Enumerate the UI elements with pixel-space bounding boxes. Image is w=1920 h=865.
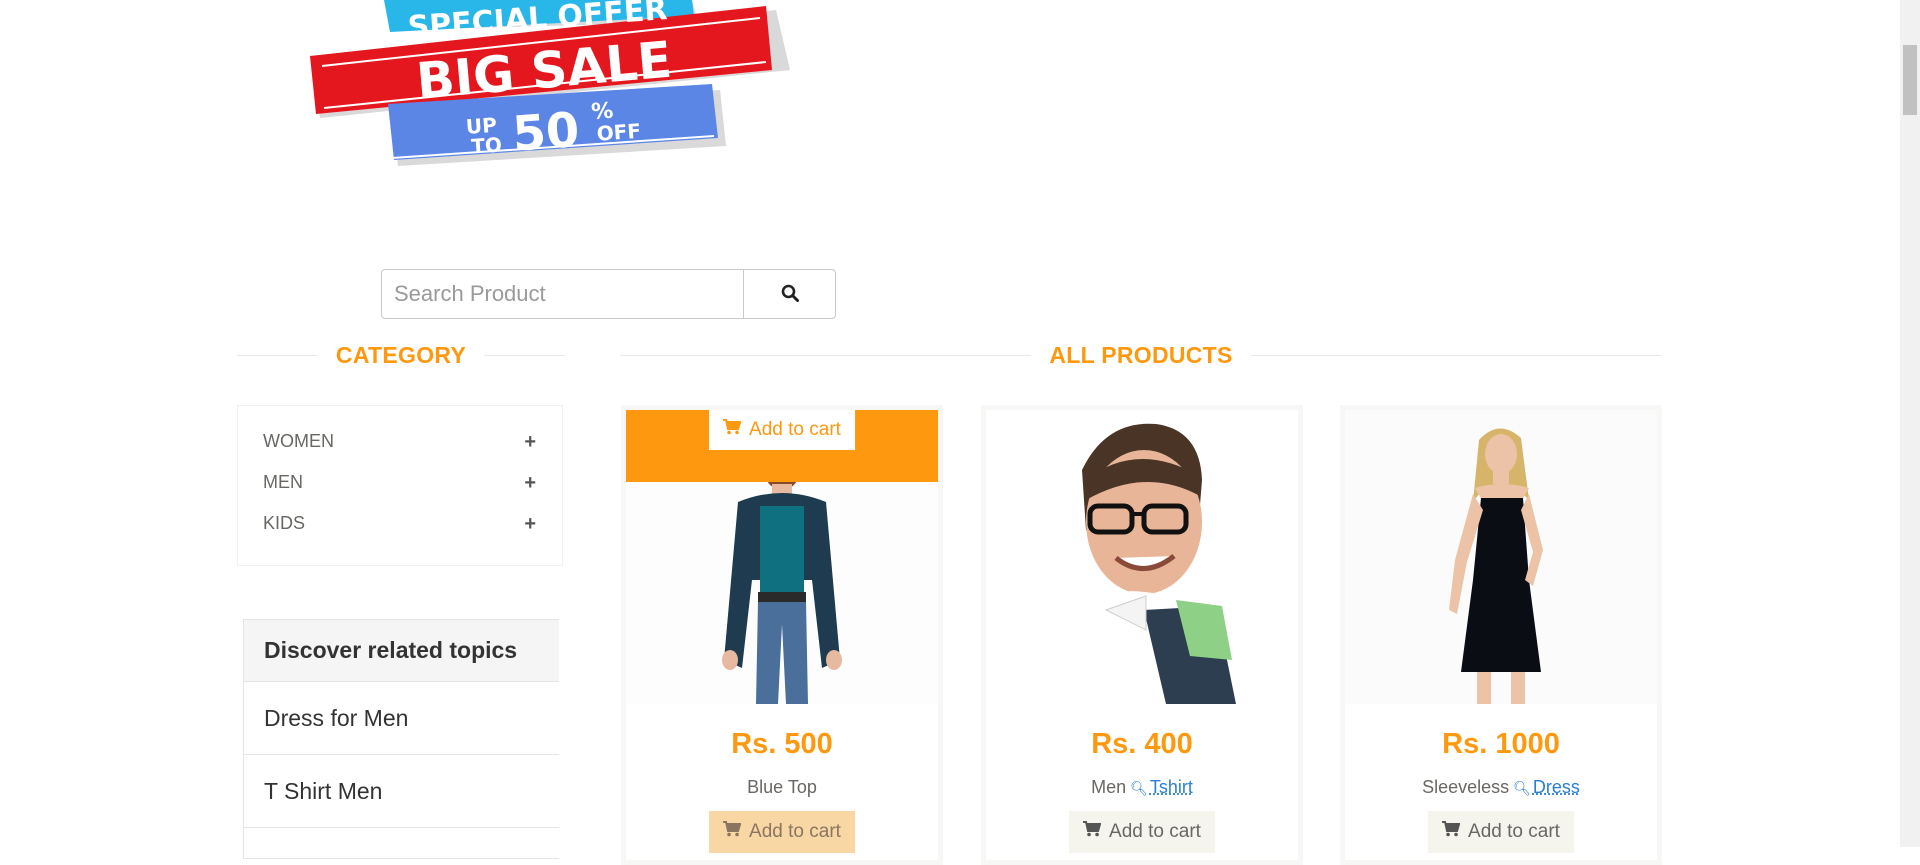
- divider: [484, 355, 565, 356]
- product-price: Rs. 1000: [1345, 728, 1657, 761]
- add-to-cart-label: Add to cart: [749, 419, 841, 441]
- related-topic-dress-for-men[interactable]: Dress for Men: [244, 682, 559, 755]
- related-topics-panel: Discover related topics Dress for Men T …: [243, 619, 559, 859]
- product-name-text: Sleeveless: [1422, 777, 1509, 797]
- add-to-cart-label: Add to cart: [749, 821, 841, 843]
- plus-icon[interactable]: +: [524, 514, 536, 534]
- related-topics-title: Discover related topics: [244, 620, 559, 682]
- product-card-blue-top: Add to cart Rs. 500 Blue Top Add to cart: [621, 405, 943, 865]
- product-price: Rs. 400: [986, 728, 1298, 761]
- search-icon: 🔍︎: [1130, 780, 1148, 796]
- product-name-link[interactable]: Dress: [1533, 777, 1580, 797]
- all-products-title: ALL PRODUCTS: [1031, 342, 1250, 369]
- divider: [237, 355, 318, 356]
- scrollbar-thumb[interactable]: [1903, 45, 1917, 115]
- product-card-men-tshirt: Rs. 400 Men 🔍︎ Tshirt Add to cart: [981, 405, 1303, 865]
- product-name: Sleeveless 🔍︎ Dress: [1345, 777, 1657, 798]
- product-price: Rs. 500: [626, 728, 938, 761]
- category-label: WOMEN: [263, 431, 334, 452]
- sale-banner: SPECIAL OFFER BIG SALE UP TO 50 % OFF: [300, 0, 800, 190]
- product-card-sleeveless-dress: Rs. 1000 Sleeveless 🔍︎ Dress Add to cart: [1340, 405, 1662, 865]
- product-name-link[interactable]: Tshirt: [1150, 777, 1193, 797]
- category-label: KIDS: [263, 513, 305, 534]
- product-name-text: Men: [1091, 777, 1126, 797]
- product-name: Men 🔍︎ Tshirt: [986, 777, 1298, 798]
- category-label: MEN: [263, 472, 303, 493]
- cart-icon: [723, 419, 741, 441]
- product-image: [1345, 410, 1657, 704]
- banner-off: OFF: [596, 119, 642, 146]
- page-scrollbar[interactable]: [1900, 0, 1920, 847]
- search-bar: [381, 269, 836, 319]
- category-item-kids[interactable]: KIDS +: [238, 503, 562, 544]
- product-hover-overlay: Add to cart: [626, 410, 938, 482]
- product-image: [986, 410, 1298, 704]
- divider: [1251, 355, 1662, 356]
- category-item-men[interactable]: MEN +: [238, 462, 562, 503]
- plus-icon[interactable]: +: [524, 473, 536, 493]
- category-title: CATEGORY: [318, 342, 484, 369]
- search-icon: 🔍︎: [1513, 780, 1531, 796]
- banner-fifty: 50: [511, 102, 582, 163]
- product-image: Add to cart: [626, 410, 938, 704]
- add-to-cart-label: Add to cart: [1109, 821, 1201, 843]
- search-button[interactable]: [743, 269, 836, 319]
- category-heading: CATEGORY: [237, 338, 565, 372]
- overlay-add-to-cart-button[interactable]: Add to cart: [709, 410, 855, 450]
- products-heading: ALL PRODUCTS: [620, 338, 1662, 372]
- category-panel: WOMEN + MEN + KIDS +: [237, 405, 563, 566]
- banner-to: TO: [470, 132, 502, 158]
- divider: [620, 355, 1031, 356]
- category-item-women[interactable]: WOMEN +: [238, 421, 562, 462]
- plus-icon[interactable]: +: [524, 432, 536, 452]
- add-to-cart-label: Add to cart: [1468, 821, 1560, 843]
- cart-icon: [1442, 821, 1460, 843]
- cart-icon: [723, 821, 741, 843]
- search-input[interactable]: [381, 269, 743, 319]
- search-icon: [781, 284, 799, 305]
- related-topic-t-shirt-men[interactable]: T Shirt Men: [244, 755, 559, 828]
- cart-icon: [1083, 821, 1101, 843]
- product-name: Blue Top: [626, 777, 938, 798]
